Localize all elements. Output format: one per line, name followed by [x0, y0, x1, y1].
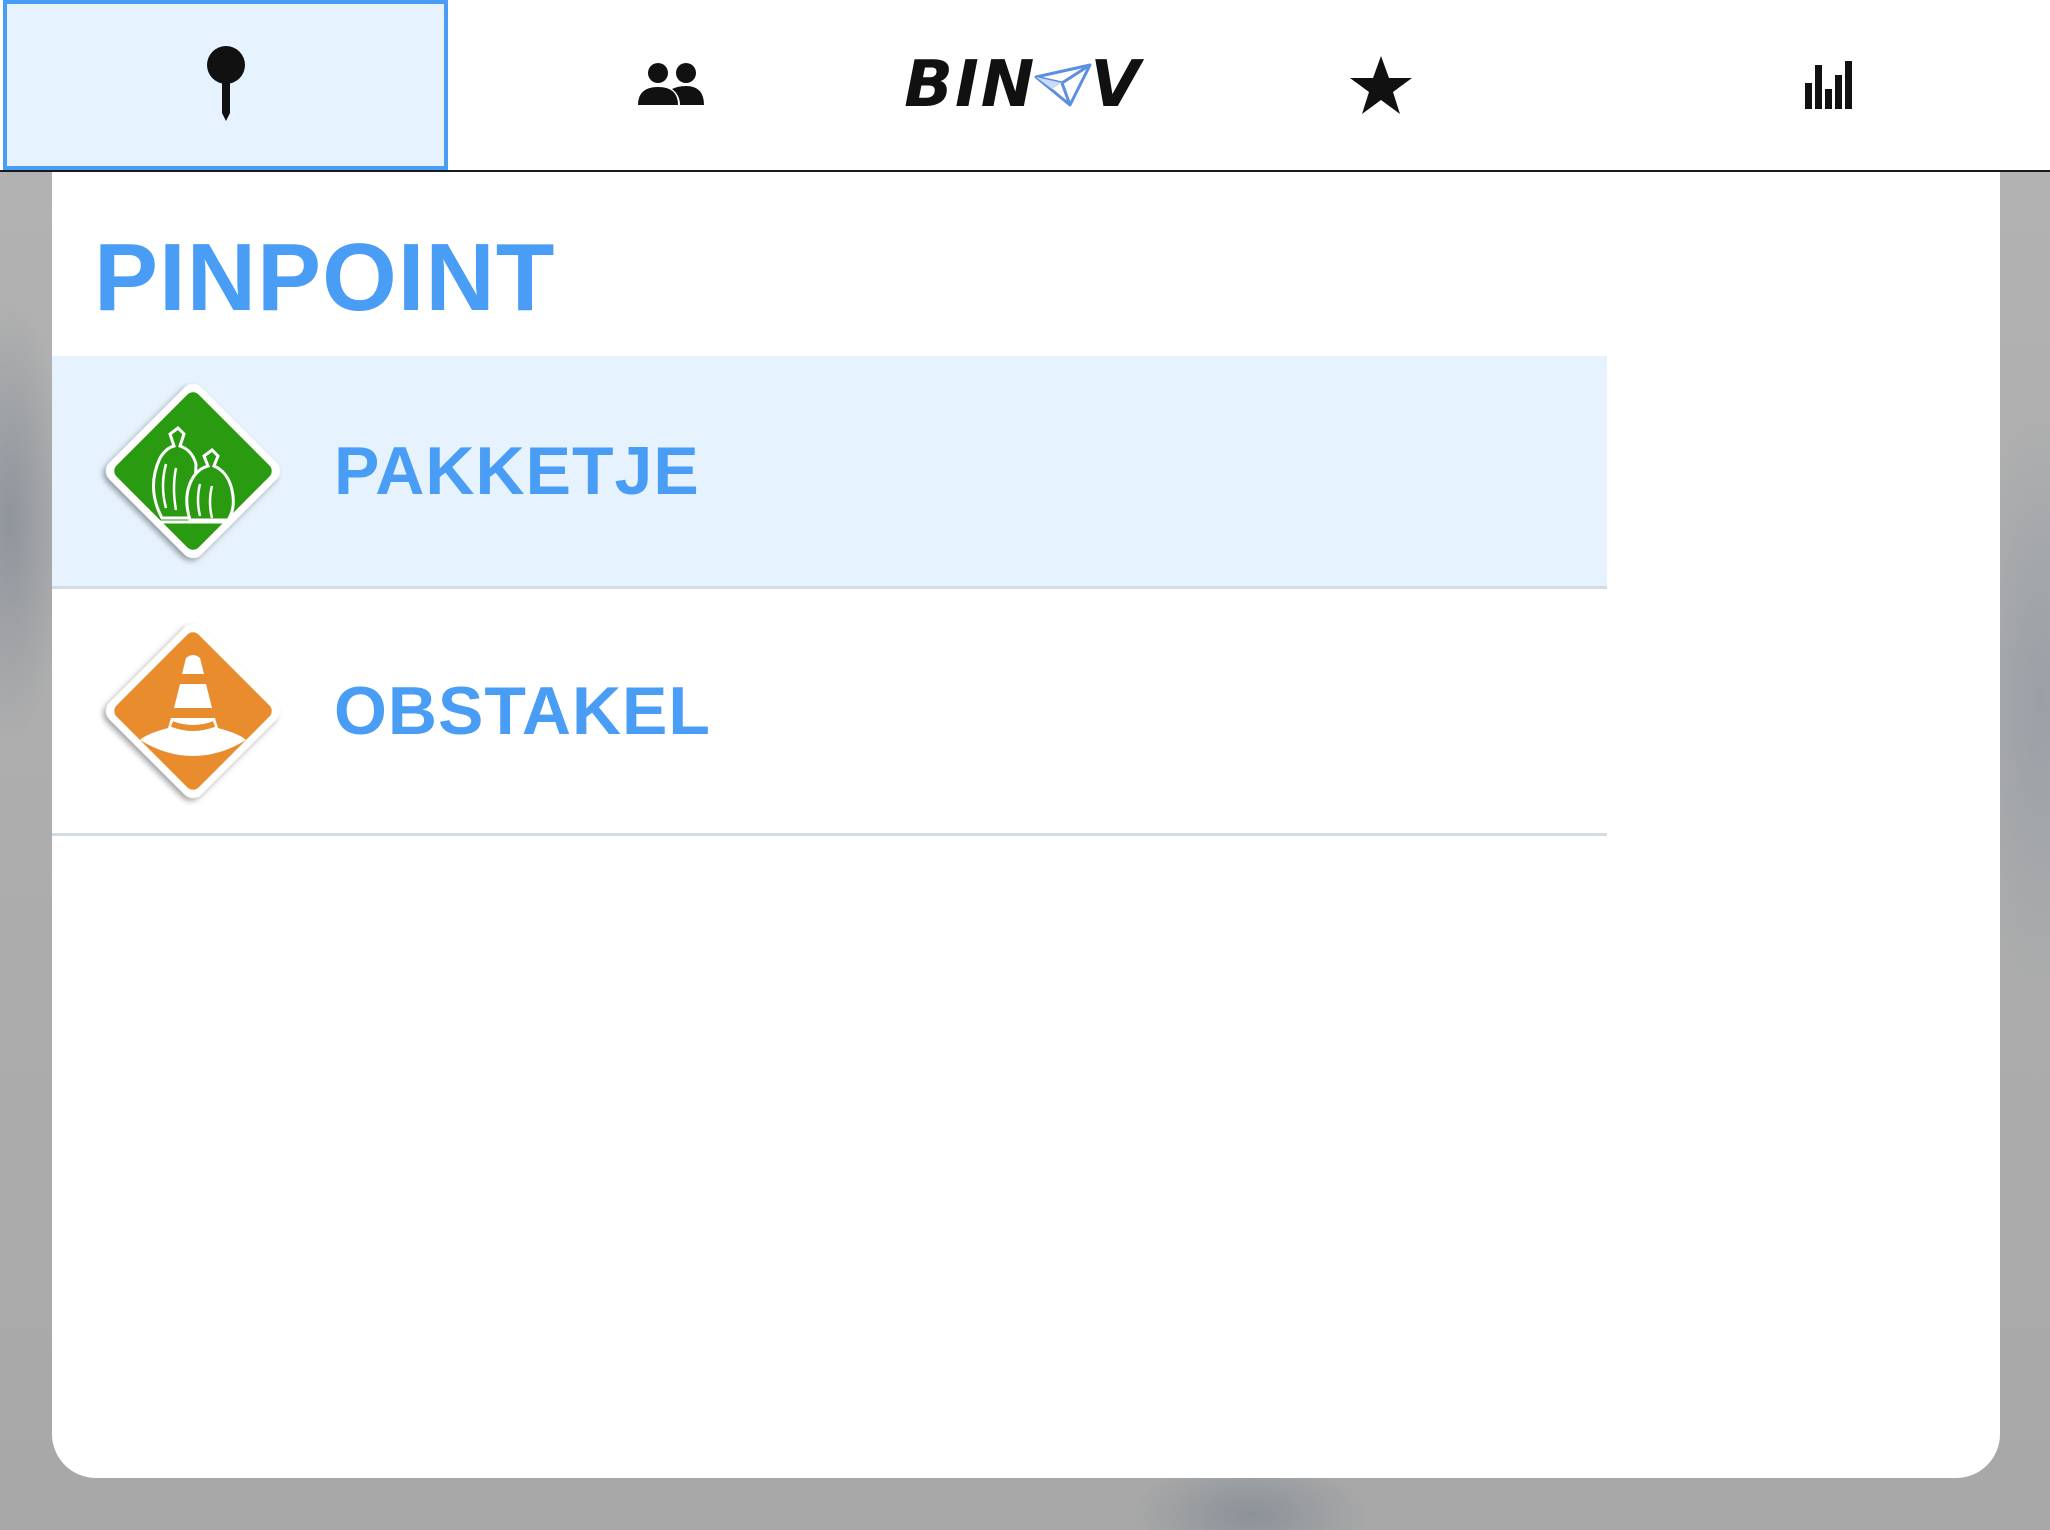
pinpoint-type-list: PAKKETJE OBSTAKEL [52, 356, 1607, 836]
pin-icon [206, 46, 245, 121]
logo-text-left: BIN [904, 48, 1037, 122]
people-icon [637, 63, 704, 105]
bar-chart-icon [1805, 61, 1852, 109]
tab-favorites[interactable] [1153, 0, 1608, 170]
garbage-bags-icon [106, 384, 280, 558]
list-item-obstakel[interactable]: OBSTAKEL [52, 589, 1607, 836]
tab-users[interactable] [448, 0, 893, 170]
tab-statistics[interactable] [1608, 0, 2050, 170]
star-icon [1349, 56, 1412, 114]
list-item-pakketje[interactable]: PAKKETJE [52, 356, 1607, 589]
tab-home-logo[interactable]: BIN V [893, 0, 1153, 170]
top-toolbar: BIN V [0, 0, 2050, 172]
list-item-label: OBSTAKEL [334, 673, 711, 749]
page-title: PINPOINT [94, 224, 556, 331]
list-item-label: PAKKETJE [334, 433, 700, 509]
tab-pinpoint[interactable] [3, 0, 448, 170]
pinpoint-panel: PINPOINT PAKKETJE OBSTAKEL [52, 172, 2000, 1478]
app-logo: BIN V [904, 48, 1142, 122]
traffic-cone-icon [106, 624, 280, 798]
logo-text-right: V [1090, 48, 1142, 122]
paper-plane-icon [1034, 63, 1092, 107]
